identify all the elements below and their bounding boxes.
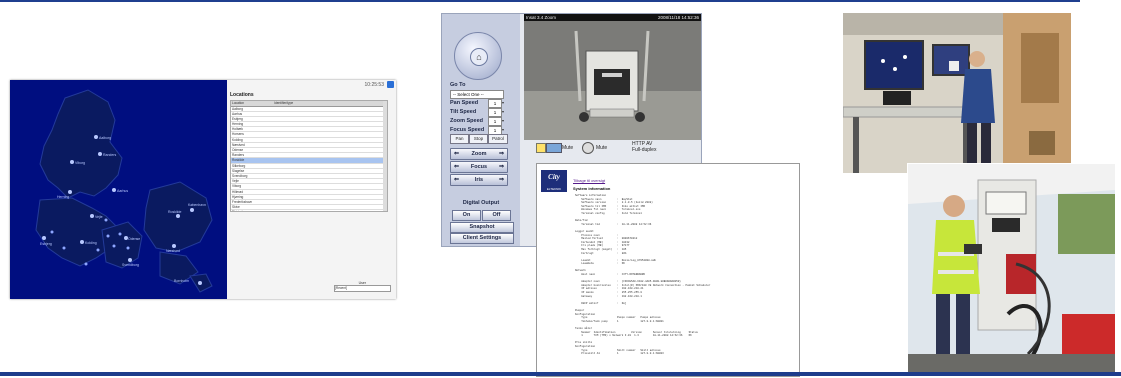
ptz-direction-pad[interactable]: ⌂ <box>454 32 502 80</box>
off-button[interactable]: Off <box>482 210 511 221</box>
speaker-icon[interactable] <box>546 143 562 153</box>
pan-speed-select[interactable]: 1 <box>488 99 502 108</box>
patrol-button[interactable]: Patrol <box>488 134 508 144</box>
stop-button[interactable]: Stop <box>469 134 488 144</box>
on-button[interactable]: On <box>452 210 481 221</box>
iris-control[interactable]: ⇐ Iris ⇒ <box>450 174 508 186</box>
video-title-bar: Insat 3.4 Zoom 2008/11/18 14:52:36 <box>524 14 701 21</box>
bottom-rule <box>0 372 1121 376</box>
zoom-control[interactable]: ⇐ Zoom ⇒ <box>450 148 508 160</box>
video-timestamp: 2008/11/18 14:52:36 <box>658 15 699 20</box>
plus-icon[interactable]: ⇒ <box>499 175 504 185</box>
city-elteknik-logo: City ELTEKNIK <box>541 170 567 192</box>
svg-text:Svendborg: Svendborg <box>122 263 139 267</box>
chevron-down-icon[interactable]: ▾ <box>502 100 504 105</box>
ptz-control-panel: ⌂ Go To -- Select One -- Pan Speed 1 ▾ T… <box>442 14 520 246</box>
svg-text:Roskilde: Roskilde <box>168 210 181 214</box>
goto-select[interactable]: -- Select One -- <box>450 90 504 99</box>
plus-icon[interactable]: ⇒ <box>499 162 504 172</box>
help-icon[interactable] <box>387 81 394 88</box>
tilt-speed-select[interactable]: 1 <box>488 108 502 117</box>
digital-output-label: Digital Output <box>462 200 500 206</box>
fuel-station-photo <box>907 163 1116 374</box>
denmark-map[interactable]: Aalborg Viborg Randers Aarhus Herning Ve… <box>10 80 227 299</box>
snapshot-icon[interactable] <box>536 143 546 153</box>
svg-text:Esbjerg: Esbjerg <box>40 242 52 246</box>
video-frame-image <box>524 21 701 140</box>
svg-text:København: København <box>188 203 206 207</box>
map-app-screenshot: Aalborg Viborg Randers Aarhus Herning Ve… <box>10 80 396 299</box>
svg-text:Kolding: Kolding <box>85 241 97 245</box>
page-title: System information <box>573 186 611 191</box>
mute-label[interactable]: Mute <box>596 145 607 151</box>
svg-text:Aalborg: Aalborg <box>99 136 111 140</box>
chevron-down-icon[interactable]: ▾ <box>502 109 504 114</box>
zoom-speed-select[interactable]: 1 <box>488 117 502 126</box>
client-settings-button[interactable]: Client Settings <box>450 233 514 244</box>
map-land-svg: Aalborg Viborg Randers Aarhus Herning Ve… <box>35 89 213 293</box>
svg-text:Odense: Odense <box>128 237 140 241</box>
snapshot-button[interactable]: Snapshot <box>450 222 514 233</box>
chevron-down-icon[interactable]: ▾ <box>502 127 504 132</box>
video-feed[interactable]: Insat 3.4 Zoom 2008/11/18 14:52:36 <box>524 14 701 140</box>
focus-speed-label: Focus Speed <box>450 127 485 133</box>
minus-icon[interactable]: ⇐ <box>454 162 459 172</box>
locations-table: Location Identifier/type Aalborg Aarhus Es… <box>230 100 388 212</box>
svg-text:Randers: Randers <box>103 153 116 157</box>
microphone-icon[interactable] <box>582 142 594 154</box>
column-header[interactable]: Location <box>232 101 244 106</box>
focus-control[interactable]: ⇐ Focus ⇒ <box>450 161 508 173</box>
column-header[interactable]: Identifier/type <box>274 101 293 106</box>
zoom-speed-label: Zoom Speed <box>450 118 484 124</box>
top-rule <box>0 0 1080 2</box>
svg-text:Viborg: Viborg <box>75 161 85 165</box>
goto-label: Go To <box>450 82 466 88</box>
chevron-down-icon[interactable]: ▾ <box>502 118 504 123</box>
user-dropdown[interactable]: [Recent] <box>334 285 391 292</box>
home-icon[interactable]: ⌂ <box>470 48 488 66</box>
svg-text:Bornholm: Bornholm <box>174 279 189 283</box>
table-rows: Aalborg Aarhus Esbjerg Herning Holbæk Horsens… <box>231 107 387 211</box>
full-duplex-label: Full-duplex <box>632 147 657 153</box>
audio-mode: HTTP AV Full-duplex <box>632 141 656 153</box>
tilt-speed-label: Tilt Speed <box>450 109 477 115</box>
minus-icon[interactable]: ⇐ <box>454 149 459 159</box>
control-room-photo <box>843 13 1071 173</box>
mute-label[interactable]: Mute <box>562 145 573 151</box>
plus-icon[interactable]: ⇒ <box>499 149 504 159</box>
camera-name: Insat 3.4 Zoom <box>526 15 557 20</box>
fuel-station-image <box>908 164 1115 373</box>
control-room-image <box>843 13 1071 173</box>
minus-icon[interactable]: ⇐ <box>454 175 459 185</box>
pan-button[interactable]: Pan <box>450 134 469 144</box>
svg-text:Herning: Herning <box>57 195 69 199</box>
locations-title: Locations <box>230 92 254 98</box>
svg-text:Aarhus: Aarhus <box>117 189 128 193</box>
document-line: Prisskilt A1 1 127.0.0.1:60003 <box>575 352 664 356</box>
back-link[interactable]: Tilbage til oversigt <box>573 178 605 183</box>
table-row[interactable]: Thisted <box>231 210 387 211</box>
locations-panel: 10:25:53 Locations Location Identifier/t… <box>227 80 396 299</box>
system-info-body: Software information Software navn : Bay… <box>575 194 785 356</box>
clock: 10:25:53 <box>364 82 384 88</box>
scrollbar[interactable] <box>383 101 387 211</box>
pan-speed-label: Pan Speed <box>450 100 479 106</box>
svg-text:Vejle: Vejle <box>95 215 103 219</box>
svg-text:Næstved: Næstved <box>166 249 180 253</box>
system-info-document: City ELTEKNIK Tilbage til oversigt Syste… <box>536 163 800 377</box>
